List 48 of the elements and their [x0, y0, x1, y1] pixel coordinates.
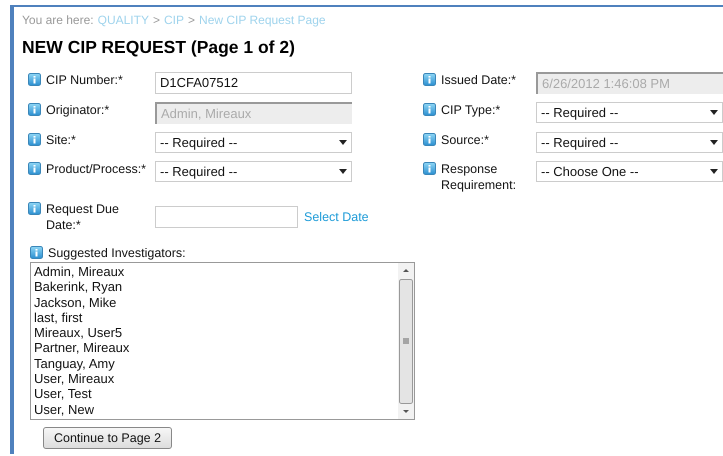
field-label: Issued Date:* [441, 72, 516, 88]
caret-icon [710, 169, 718, 174]
help-icon [30, 246, 43, 259]
investigators-listbox[interactable]: Admin, Mireaux Bakerink, Ryan Jackson, Mike last, first Mireaux, User5 Partner, Mireaux Tanguay, Amy User, Mireaux User, Test User, New [30, 262, 415, 420]
continue-button[interactable]: Continue to Page 2 [43, 427, 172, 449]
text-field[interactable]: D1CFA07512 [155, 72, 352, 94]
list-item[interactable]: Jackson, Mike [34, 294, 395, 310]
list-item[interactable]: Tanguay, Amy [34, 356, 395, 372]
help-icon [423, 162, 436, 175]
dropdown[interactable]: -- Choose One -- [536, 161, 723, 182]
page-title: NEW CIP REQUEST (Page 1 of 2) [22, 37, 296, 58]
list-item[interactable]: Admin, Mireaux [34, 264, 395, 280]
list-item[interactable]: last, first [34, 310, 395, 326]
field-label: Originator:* [46, 102, 110, 118]
help-icon [28, 162, 41, 175]
field-label: Source:* [441, 132, 489, 148]
list-item[interactable]: User, New [34, 402, 395, 417]
help-icon [28, 133, 41, 146]
dropdown[interactable]: -- Required -- [536, 102, 723, 123]
caret-icon [710, 140, 718, 145]
breadcrumb-label: You are here: [22, 13, 94, 29]
field-label: Site:* [46, 132, 76, 148]
dropdown[interactable]: -- Required -- [155, 132, 352, 153]
list-item[interactable]: Partner, Mireaux [34, 340, 395, 356]
field-label: Product/Process:* [46, 161, 146, 177]
help-icon [28, 103, 41, 116]
caret-icon [710, 110, 718, 115]
list-item[interactable]: User, Test [34, 386, 395, 402]
dropdown[interactable]: -- Required -- [536, 132, 723, 153]
field-label: Suggested Investigators: [48, 245, 186, 261]
help-icon [423, 73, 436, 86]
field-label: Request Due Date:* [46, 201, 120, 233]
help-icon [28, 73, 41, 86]
field-label: CIP Number:* [46, 72, 123, 88]
breadcrumb-separator: > [152, 13, 160, 29]
help-icon [423, 133, 436, 146]
date-field[interactable] [155, 206, 298, 228]
field-label: Response Requirement: [441, 161, 518, 193]
field-label: CIP Type:* [441, 102, 500, 118]
list-item[interactable]: User, Mireaux [34, 371, 395, 386]
caret-icon [339, 169, 347, 174]
dropdown[interactable]: -- Required -- [155, 161, 352, 182]
help-icon [28, 202, 41, 215]
list-item[interactable]: Mireaux, User5 [34, 325, 395, 340]
caret-icon [339, 140, 347, 145]
help-icon [423, 103, 436, 116]
list-item[interactable]: Bakerink, Ryan [34, 279, 395, 295]
breadcrumb-separator: > [188, 13, 196, 29]
